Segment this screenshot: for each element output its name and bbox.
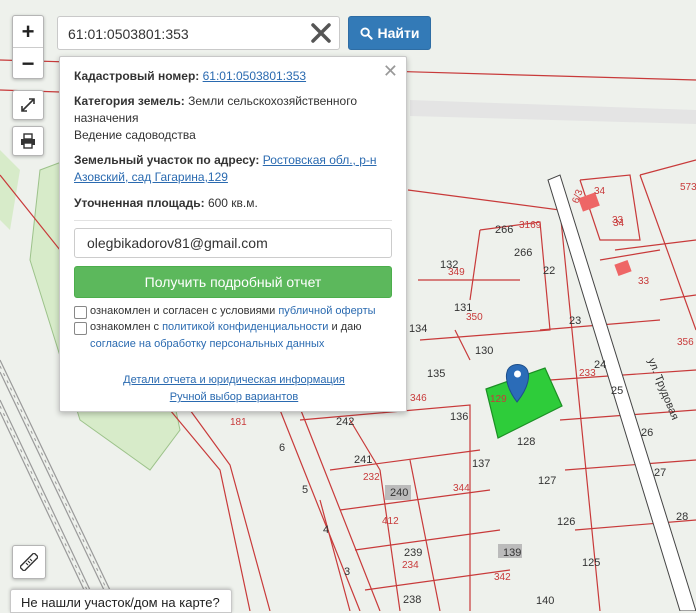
not-found-button[interactable]: Не нашли участок/дом на карте? <box>10 589 232 613</box>
data-consent-link[interactable]: согласие на обработку персональных данны… <box>90 338 324 350</box>
parcel-label: 22 <box>543 265 555 277</box>
parcel-label: 266 <box>495 224 513 236</box>
parcel-label: 346 <box>410 393 427 404</box>
parcel-label: 412 <box>382 516 399 527</box>
find-button[interactable]: Найти <box>348 16 431 50</box>
address-label: Земельный участок по адресу: <box>74 153 260 167</box>
cadastral-row: Кадастровый номер: 61:01:0503801:353 <box>74 68 306 85</box>
zoom-out-button[interactable]: − <box>13 48 43 79</box>
parcel-label: 3 <box>344 566 350 578</box>
parcel-label: 4 <box>323 524 329 536</box>
search-field[interactable]: 61:01:0503801:353 <box>57 16 340 50</box>
manual-row: Ручной выбор вариантов <box>60 391 408 403</box>
search-input[interactable]: 61:01:0503801:353 <box>68 26 189 42</box>
expand-icon <box>21 98 35 112</box>
parcel-label: 241 <box>354 454 372 466</box>
parcel-label: 137 <box>472 458 490 470</box>
parcel-label: 139 <box>503 547 521 559</box>
parcel-label: 125 <box>582 557 600 569</box>
parcel-label: 127 <box>538 475 556 487</box>
privacy-consent: ознакомлен с политикой конфиденциальност… <box>90 319 395 336</box>
parcel-label: 28 <box>676 511 688 523</box>
parcel-label: 342 <box>494 572 511 583</box>
privacy-checkbox[interactable] <box>74 322 87 335</box>
parcel-label: 242 <box>336 416 354 428</box>
parcel-label: 5 <box>302 484 308 496</box>
parcel-label: 140 <box>536 595 554 607</box>
parcel-label: 3169 <box>519 220 542 231</box>
search-icon <box>359 26 373 40</box>
divider <box>74 220 392 221</box>
print-button[interactable] <box>12 126 44 156</box>
get-report-button[interactable]: Получить подробный отчет <box>74 266 392 298</box>
manual-selection-link[interactable]: Ручной выбор вариантов <box>170 391 298 403</box>
ruler-icon <box>20 553 38 571</box>
parcel-label: 356 <box>677 337 694 348</box>
parcel-label: 234 <box>402 560 419 571</box>
cadastral-number-link[interactable]: 61:01:0503801:353 <box>203 69 306 83</box>
privacy-text: ознакомлен с <box>90 321 160 333</box>
parcel-label: 573 <box>680 182 696 193</box>
area-value: 600 кв.м. <box>207 196 258 210</box>
close-icon[interactable]: ✕ <box>383 61 398 82</box>
clear-icon[interactable] <box>309 21 333 45</box>
parcel-label: 134 <box>409 323 427 335</box>
address-row: Земельный участок по адресу: Ростовская … <box>74 152 394 186</box>
cadastral-label: Кадастровый номер: <box>74 69 200 83</box>
category-label: Категория земель: <box>74 94 185 108</box>
parcel-label: 136 <box>450 411 468 423</box>
parcel-label: 238 <box>403 594 421 606</box>
usage-value: Ведение садоводства <box>74 128 196 142</box>
parcel-label: 181 <box>230 417 247 428</box>
parcel-label: 266 <box>514 247 532 259</box>
offer-consent: ознакомлен и согласен с условиями публич… <box>90 303 376 320</box>
parcel-label: 33 <box>638 276 650 287</box>
parcel-label: 344 <box>453 483 470 494</box>
parcel-label: 233 <box>579 368 596 379</box>
parcel-label: 350 <box>466 312 483 323</box>
find-button-label: Найти <box>377 25 420 41</box>
privacy-text-2: и даю <box>331 321 362 333</box>
email-field[interactable]: olegbikadorov81@gmail.com <box>74 228 392 258</box>
parcel-label: 33 <box>612 215 624 226</box>
parcel-label: 130 <box>475 345 493 357</box>
category-row: Категория земель: Земли сельскохозяйстве… <box>74 93 394 144</box>
parcel-label: 349 <box>448 267 465 278</box>
parcel-label: 135 <box>427 368 445 380</box>
parcel-label: 23 <box>569 315 581 327</box>
parcel-info-popup: ✕ Кадастровый номер: 61:01:0503801:353 К… <box>59 56 407 412</box>
address-link[interactable]: Ростовская обл., р-н <box>263 153 377 167</box>
details-row: Детали отчета и юридическая информация <box>60 374 408 386</box>
parcel-label: 239 <box>404 547 422 559</box>
parcel-label: 25 <box>611 385 623 397</box>
offer-checkbox[interactable] <box>74 306 87 319</box>
privacy-link[interactable]: политикой конфиденциальности <box>162 321 328 333</box>
fullscreen-button[interactable] <box>12 90 44 120</box>
zoom-in-button[interactable]: + <box>13 16 43 48</box>
parcel-label: 34 <box>594 186 606 197</box>
printer-icon <box>21 133 35 149</box>
category-value: Земли сельскохозяйственного <box>188 94 358 108</box>
offer-link[interactable]: публичной оферты <box>278 305 375 317</box>
zoom-control: + − <box>12 15 44 79</box>
area-row: Уточненная площадь: 600 кв.м. <box>74 195 258 212</box>
address-link-cont[interactable]: Азовский, сад Гагарина,129 <box>74 170 228 184</box>
parcel-label: 27 <box>654 467 666 479</box>
parcel-label: 26 <box>641 427 653 439</box>
parcel-label: 126 <box>557 516 575 528</box>
parcel-label: 240 <box>390 487 408 499</box>
category-value-cont: назначения <box>74 111 139 125</box>
parcel-label: 128 <box>517 436 535 448</box>
offer-text: ознакомлен и согласен с условиями <box>90 305 276 317</box>
parcel-label: 232 <box>363 472 380 483</box>
parcel-label: 6 <box>279 442 285 454</box>
data-consent-row: согласие на обработку персональных данны… <box>90 336 324 353</box>
parcel-label: 129 <box>490 394 507 405</box>
details-link[interactable]: Детали отчета и юридическая информация <box>123 374 345 386</box>
area-label: Уточненная площадь: <box>74 196 205 210</box>
measure-button[interactable] <box>12 545 46 579</box>
parcel-label: 24 <box>594 359 606 371</box>
